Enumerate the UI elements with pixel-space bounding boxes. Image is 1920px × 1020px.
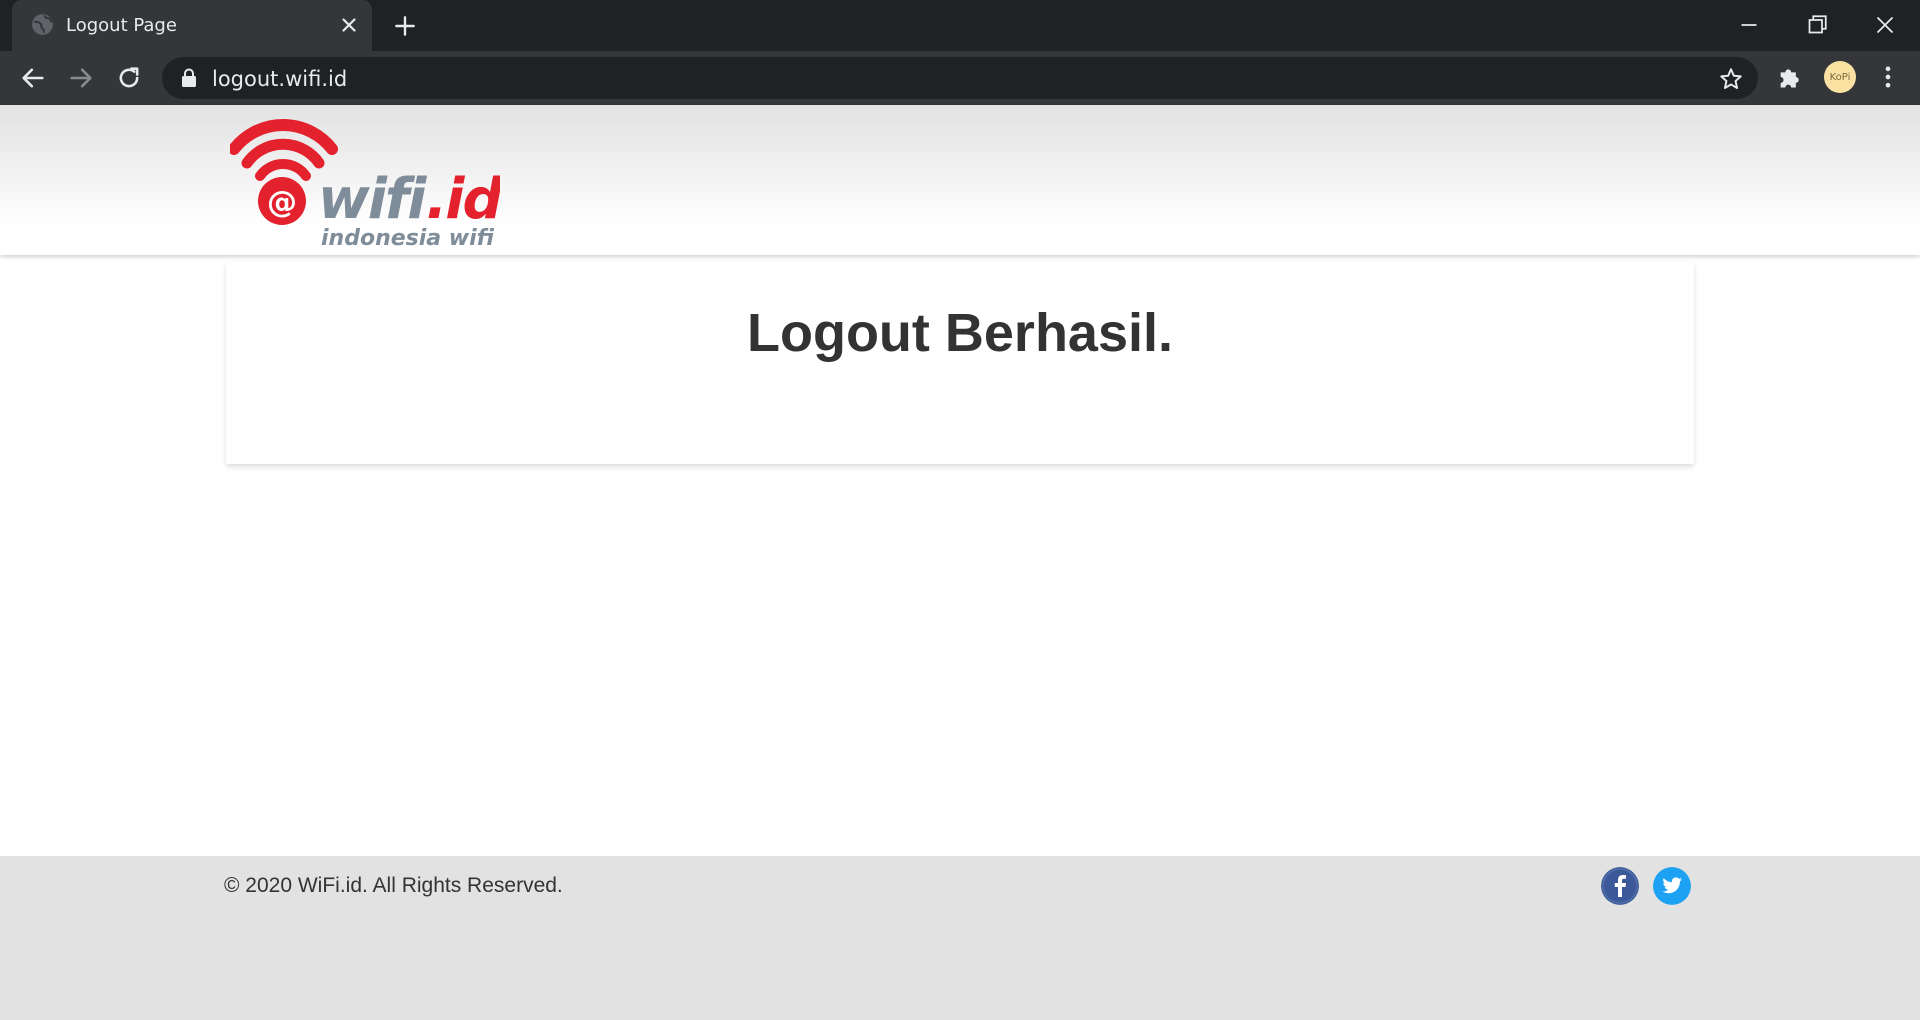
close-tab-icon[interactable] [338,14,360,36]
minimize-icon[interactable] [1734,10,1764,40]
back-arrow-icon[interactable] [19,64,47,92]
new-tab-icon[interactable] [392,13,418,39]
globe-icon [32,14,53,35]
svg-text:.id: .id [426,167,500,232]
wifi-id-logo: @ wifi .id indonesia wifi [230,118,500,251]
bookmark-star-icon[interactable] [1718,66,1744,92]
reload-icon[interactable] [115,64,143,92]
browser-tab[interactable]: Logout Page [12,0,372,51]
restore-icon[interactable] [1802,10,1832,40]
url-text[interactable]: logout.wifi.id [212,67,347,91]
copyright-text: © 2020 WiFi.id. All Rights Reserved. [224,874,563,897]
facebook-icon[interactable] [1601,867,1639,905]
close-window-icon[interactable] [1870,10,1900,40]
svg-text:indonesia wifi: indonesia wifi [321,226,495,251]
browser-tabstrip: Logout Page [0,0,1920,51]
site-header: @ wifi .id indonesia wifi [0,105,1920,255]
forward-arrow-icon[interactable] [67,64,95,92]
profile-avatar[interactable]: KoPi [1824,61,1856,93]
logout-card: Logout Berhasil. [226,262,1694,464]
lock-icon[interactable] [180,68,198,88]
browser-toolbar: logout.wifi.id KoPi [0,51,1920,105]
kebab-menu-icon[interactable] [1874,63,1902,91]
address-bar[interactable]: logout.wifi.id [162,57,1758,99]
svg-text:@: @ [267,185,297,220]
twitter-icon[interactable] [1653,867,1691,905]
page-title: Logout Berhasil. [746,303,1173,363]
svg-text:wifi: wifi [318,167,427,232]
extensions-puzzle-icon[interactable] [1776,63,1804,91]
site-footer: © 2020 WiFi.id. All Rights Reserved. [0,856,1920,1020]
tab-title: Logout Page [66,15,177,36]
